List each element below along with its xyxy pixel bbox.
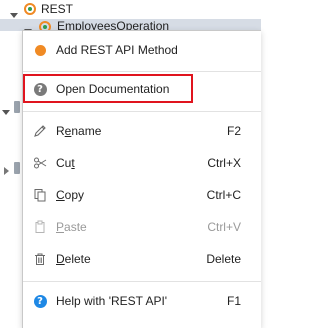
menu-item-delete[interactable]: Delete Delete [23,245,261,273]
tree-label-rest: REST [41,2,74,16]
pencil-icon [33,124,47,138]
menu-item-add-rest-api-method[interactable]: Add REST API Method [23,36,261,64]
menu-item-label: Cut [56,156,75,170]
menu-item-cut[interactable]: Cut Ctrl+X [23,149,261,177]
rest-service-icon [24,3,36,18]
menu-item-label: Delete [56,252,91,266]
help-blue-icon: ? [33,294,47,308]
expand-arrow-icon[interactable] [2,104,10,118]
menu-item-paste[interactable]: Paste Ctrl+V [23,213,261,241]
copy-icon [33,188,47,202]
tree-row-rest[interactable]: REST [0,0,261,18]
menu-item-copy[interactable]: Copy Ctrl+C [23,181,261,209]
menu-item-label: Open Documentation [56,82,170,96]
menu-item-rename[interactable]: Rename F2 [23,117,261,145]
menu-item-label: Paste [56,220,87,234]
menu-item-label: Rename [56,124,102,138]
menu-item-shortcut: F2 [226,124,241,138]
menu-item-label: Add REST API Method [56,43,178,57]
paste-icon [33,220,47,234]
menu-item-shortcut: F1 [226,294,241,308]
context-menu: Add REST API Method ? Open Documentation… [22,30,261,328]
tree-item-icon [14,162,20,174]
menu-item-shortcut: Ctrl+X [207,156,241,170]
menu-separator [23,71,261,72]
trash-icon [33,252,47,266]
orange-dot-icon [33,43,47,57]
menu-item-label: Help with 'REST API' [56,294,168,308]
scissors-icon [33,156,47,170]
menu-item-shortcut: Ctrl+V [207,220,241,234]
menu-item-help-with-rest-api[interactable]: ? Help with 'REST API' F1 [23,287,261,315]
menu-separator [23,111,261,112]
screen: REST EmployeesOperation Add REST API Met… [0,0,261,328]
help-circle-icon: ? [33,82,47,96]
menu-separator [23,281,261,282]
menu-item-shortcut: Ctrl+C [206,188,241,202]
menu-item-label: Copy [56,188,85,202]
menu-item-open-documentation[interactable]: ? Open Documentation [23,75,261,103]
tree-item-icon [14,101,20,113]
collapse-arrow-icon[interactable] [4,164,9,178]
menu-item-shortcut: Delete [206,252,241,266]
